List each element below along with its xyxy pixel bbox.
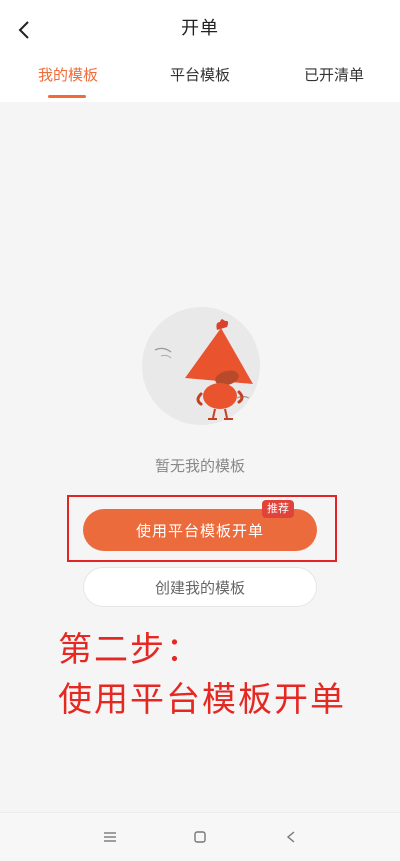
system-nav-bar bbox=[0, 812, 400, 861]
recommend-badge: 推荐 bbox=[262, 500, 294, 518]
create-my-template-button[interactable]: 创建我的模板 bbox=[83, 567, 317, 607]
annotation-text: 第二步： 使用平台模板开单 bbox=[58, 625, 346, 725]
empty-message: 暂无我的模板 bbox=[154, 457, 245, 475]
square-icon bbox=[194, 831, 206, 843]
menu-icon bbox=[104, 832, 116, 842]
tab-issued-list[interactable]: 已开清单 bbox=[304, 64, 364, 85]
tab-my-templates[interactable]: 我的模板 bbox=[38, 64, 98, 85]
tab-platform-templates[interactable]: 平台模板 bbox=[170, 64, 230, 85]
back-triangle-icon bbox=[286, 831, 295, 843]
annotation-line-2: 使用平台模板开单 bbox=[58, 680, 346, 720]
nav-menu-button[interactable] bbox=[96, 823, 124, 851]
nav-back-button[interactable] bbox=[277, 823, 305, 851]
page-title: 开单 bbox=[181, 18, 219, 39]
mascot-illustration bbox=[142, 307, 260, 425]
header: 开单 我的模板 平台模板 已开清单 bbox=[0, 0, 400, 102]
nav-home-button[interactable] bbox=[186, 823, 214, 851]
active-tab-indicator bbox=[48, 95, 86, 98]
annotation-line-1: 第二步： bbox=[58, 630, 202, 670]
